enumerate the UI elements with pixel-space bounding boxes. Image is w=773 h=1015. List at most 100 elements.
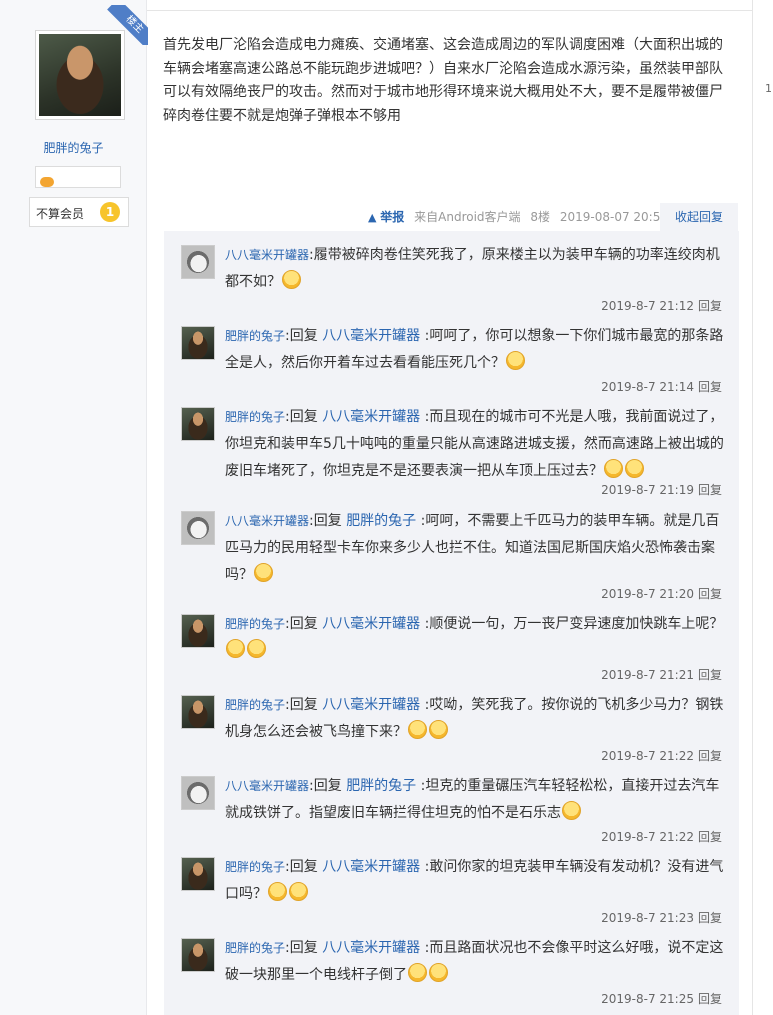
reply-avatar[interactable]	[181, 857, 215, 891]
reply-target-user[interactable]: 八八毫米开罐器	[322, 616, 424, 632]
reply-button[interactable]: 回复	[698, 483, 722, 497]
reply-button[interactable]: 回复	[698, 749, 722, 763]
reply-button[interactable]: 回复	[698, 830, 722, 844]
reply-meta: 2019-8-7 21:21 回复	[601, 666, 722, 683]
reply-time: 2019-8-7 21:23	[601, 911, 694, 925]
emoji-icon	[506, 351, 525, 370]
post-content: 首先发电厂沦陷会造成电力瘫痪、交通堵塞、这会造成周边的军队调度困难（大面积出城的…	[163, 37, 723, 124]
emoji-icon	[289, 882, 308, 901]
reply-prefix: 回复	[289, 940, 323, 956]
reply-button[interactable]: 回复	[698, 587, 722, 601]
reply-meta: 2019-8-7 21:14 回复	[601, 378, 722, 395]
reply-meta: 2019-8-7 21:22 回复	[601, 828, 722, 845]
divider	[147, 10, 753, 11]
reply-avatar[interactable]	[181, 776, 215, 810]
reply-username[interactable]: 八八毫米开罐器	[225, 779, 309, 793]
emoji-icon	[247, 639, 266, 658]
reply-time: 2019-8-7 21:19	[601, 483, 694, 497]
reply-avatar[interactable]	[181, 326, 215, 360]
reply-prefix: 回复	[289, 859, 323, 875]
reply-button[interactable]: 回复	[698, 668, 722, 682]
emoji-icon	[562, 801, 581, 820]
reply-avatar[interactable]	[181, 614, 215, 648]
reply-avatar[interactable]	[181, 695, 215, 729]
reply-username[interactable]: 八八毫米开罐器	[225, 248, 309, 262]
reply-target-user[interactable]: 八八毫米开罐器	[322, 859, 424, 875]
report-link[interactable]: 举报	[380, 210, 404, 224]
reply-meta: 2019-8-7 21:19 回复	[601, 481, 722, 498]
reply-prefix: 回复	[289, 697, 323, 713]
reply-time: 2019-8-7 21:25	[601, 992, 694, 1006]
reply-target-user[interactable]: 八八毫米开罐器	[322, 697, 424, 713]
reply-text: :顺便说一句，万一丧尸变异速度加快跳车上呢？	[424, 616, 724, 632]
reply-body: 八八毫米开罐器:履带被碎肉卷住笑死我了，原来楼主以为装甲车辆的功率连绞肉机都不如…	[225, 247, 720, 290]
reply-target-user[interactable]: 肥胖的兔子	[346, 778, 420, 794]
emoji-icon	[604, 459, 623, 478]
reply-body: 肥胖的兔子:回复 八八毫米开罐器 :而且现在的城市可不光是人哦，我前面说过了，你…	[225, 409, 724, 479]
reply-target-user[interactable]: 八八毫米开罐器	[322, 328, 424, 344]
emoji-icon	[254, 563, 273, 582]
reply-prefix: 回复	[289, 409, 323, 425]
member-label: 不算会员	[36, 207, 85, 221]
reply-body: 肥胖的兔子:回复 八八毫米开罐器 :敢问你家的坦克装甲车辆没有发动机？没有进气口…	[225, 859, 724, 902]
reply-meta: 2019-8-7 21:23 回复	[601, 909, 722, 926]
reply-username[interactable]: 肥胖的兔子	[225, 617, 285, 631]
reply-meta: 2019-8-7 21:20 回复	[601, 585, 722, 602]
reply-prefix: 回复	[313, 513, 347, 529]
reply-time: 2019-8-7 21:20	[601, 587, 694, 601]
reply-body: 八八毫米开罐器:回复 肥胖的兔子 :坦克的重量碾压汽车轻轻松松，直接开过去汽车就…	[225, 778, 720, 821]
emoji-icon	[268, 882, 287, 901]
reply-username[interactable]: 肥胖的兔子	[225, 941, 285, 955]
reply-target-user[interactable]: 八八毫米开罐器	[322, 940, 424, 956]
reply-username[interactable]: 肥胖的兔子	[225, 410, 285, 424]
reply-body: 肥胖的兔子:回复 八八毫米开罐器 :哎呦，笑死我了。按你说的飞机多少马力？钢铁机…	[225, 697, 724, 740]
reply-button[interactable]: 回复	[698, 911, 722, 925]
floor-label: 8楼	[530, 210, 551, 224]
reply-button[interactable]: 回复	[698, 299, 722, 313]
reply-avatar[interactable]	[181, 938, 215, 972]
reply-username[interactable]: 八八毫米开罐器	[225, 514, 309, 528]
report-icon[interactable]: ▲	[368, 211, 376, 224]
gamepad-icon	[40, 177, 54, 187]
op-username[interactable]: 肥胖的兔子	[0, 139, 147, 156]
reply-meta: 2019-8-7 21:22 回复	[601, 747, 722, 764]
member-badge[interactable]: 不算会员 1	[29, 197, 129, 227]
reply-time: 2019-8-7 21:22	[601, 830, 694, 844]
member-level-icon: 1	[100, 202, 120, 222]
reply-button[interactable]: 回复	[698, 380, 722, 394]
reply-avatar[interactable]	[181, 407, 215, 441]
emoji-icon	[408, 720, 427, 739]
post-meta: ▲ 举报 来自Android客户端 8楼 2019-08-07 20:57	[368, 208, 668, 225]
reply-avatar[interactable]	[181, 511, 215, 545]
reply-prefix: 回复	[313, 778, 347, 794]
emoji-icon	[429, 720, 448, 739]
reply-body: 八八毫米开罐器:回复 肥胖的兔子 :呵呵，不需要上千匹马力的装甲车辆。就是几百匹…	[225, 513, 720, 583]
emoji-icon	[429, 963, 448, 982]
reply-prefix: 回复	[289, 616, 323, 632]
reply-target-user[interactable]: 八八毫米开罐器	[322, 409, 424, 425]
op-badge: 楼主	[100, 5, 148, 45]
reply-prefix: 回复	[289, 328, 323, 344]
collapse-replies-button[interactable]: 收起回复	[660, 203, 738, 231]
post-datetime: 2019-08-07 20:57	[559, 210, 668, 224]
emoji-icon	[282, 270, 301, 289]
reply-meta: 2019-8-7 21:25 回复	[601, 990, 722, 1007]
reply-time: 2019-8-7 21:21	[601, 668, 694, 682]
reply-body: 肥胖的兔子:回复 八八毫米开罐器 :呵呵了，你可以想象一下你们城市最宽的那条路全…	[225, 328, 724, 371]
reply-meta: 2019-8-7 21:12 回复	[601, 297, 722, 314]
reply-body: 肥胖的兔子:回复 八八毫米开罐器 :而且路面状况也不会像平时这么好哦，说不定这破…	[225, 940, 724, 983]
emoji-icon	[625, 459, 644, 478]
level-badge[interactable]	[35, 166, 121, 188]
divider	[752, 0, 753, 1015]
reply-target-user[interactable]: 肥胖的兔子	[346, 513, 420, 529]
reply-username[interactable]: 肥胖的兔子	[225, 329, 285, 343]
emoji-icon	[226, 639, 245, 658]
reply-button[interactable]: 回复	[698, 992, 722, 1006]
reply-username[interactable]: 肥胖的兔子	[225, 698, 285, 712]
reply-time: 2019-8-7 21:14	[601, 380, 694, 394]
source-label[interactable]: 来自Android客户端	[414, 210, 520, 224]
reply-username[interactable]: 肥胖的兔子	[225, 860, 285, 874]
reply-avatar[interactable]	[181, 245, 215, 279]
emoji-icon	[408, 963, 427, 982]
reply-time: 2019-8-7 21:12	[601, 299, 694, 313]
